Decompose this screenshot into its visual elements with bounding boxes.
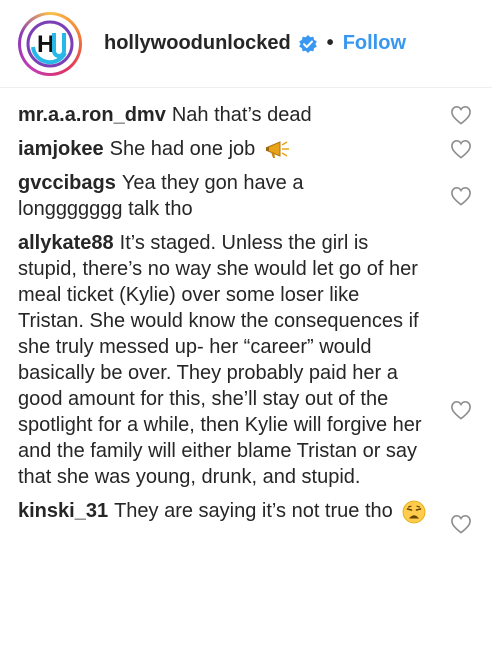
comment-item: allykate88 It’s staged. Unless the girl i… <box>18 230 492 490</box>
svg-text:H: H <box>37 31 54 58</box>
comment-username[interactable]: mr.a.a.ron_dmv <box>18 104 166 126</box>
profile-avatar[interactable]: H <box>18 11 82 76</box>
comment-item: mr.a.a.ron_dmv Nah that’s dead <box>18 102 492 128</box>
comment-username[interactable]: gvccibags <box>18 172 116 194</box>
comment-username[interactable]: allykate88 <box>18 232 114 254</box>
comment-item: kinski_31 They are saying it’s not true t… <box>18 498 492 534</box>
heart-outline-icon[interactable] <box>450 400 472 420</box>
heart-outline-icon[interactable] <box>450 186 472 206</box>
follow-button[interactable]: Follow <box>343 32 406 55</box>
comment-item: iamjokee She had one job <box>18 136 492 162</box>
comment-text: They are saying it’s not true tho <box>114 500 393 522</box>
megaphone-emoji <box>265 140 289 158</box>
hollywoodunlocked-logo-icon: H <box>24 17 76 70</box>
separator-dot: • <box>326 32 334 54</box>
heart-outline-icon[interactable] <box>450 139 472 159</box>
weary-face-emoji <box>402 500 426 524</box>
heart-outline-icon[interactable] <box>450 105 472 125</box>
account-username[interactable]: hollywoodunlocked <box>104 32 291 55</box>
comments-list: mr.a.a.ron_dmv Nah that’s dead iamjokee Sh… <box>0 88 492 534</box>
comment-item: gvccibags Yea they gon have a longgggggg … <box>18 170 492 222</box>
heart-outline-icon[interactable] <box>450 514 472 534</box>
comment-username[interactable]: kinski_31 <box>18 500 108 522</box>
post-header: H hollywoodunlocked • Follow <box>0 0 492 88</box>
comment-text: It’s staged. Unless the girl is stupid, … <box>18 232 422 488</box>
comment-username[interactable]: iamjokee <box>18 138 104 160</box>
verified-badge-icon <box>298 34 318 54</box>
comment-text: She had one job <box>109 138 256 160</box>
comment-text: Nah that’s dead <box>171 104 312 126</box>
